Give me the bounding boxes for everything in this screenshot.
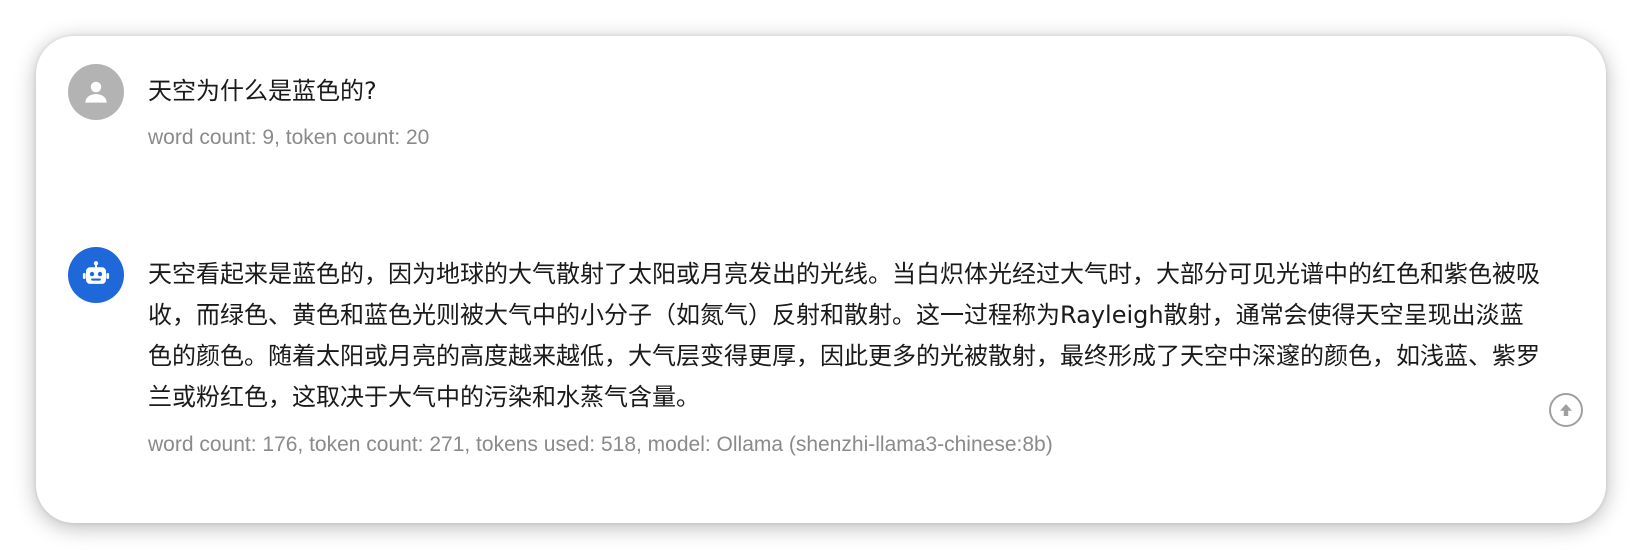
assistant-message-text: 天空看起来是蓝色的，因为地球的大气散射了太阳或月亮发出的光线。当白炽体光经过大气… xyxy=(148,260,1540,411)
user-avatar xyxy=(68,64,124,120)
arrow-up-circle-icon xyxy=(1560,404,1572,416)
scroll-to-top-button[interactable] xyxy=(1549,393,1583,427)
assistant-message-body: 天空看起来是蓝色的，因为地球的大气散射了太阳或月亮发出的光线。当白炽体光经过大气… xyxy=(148,247,1540,459)
user-message-body: 天空为什么是蓝色的? word count: 9, token count: 2… xyxy=(148,64,1540,152)
user-message-text: 天空为什么是蓝色的? xyxy=(148,77,377,105)
robot-icon xyxy=(82,261,110,284)
user-icon xyxy=(85,81,107,103)
chat-card: 天空为什么是蓝色的? word count: 9, token count: 2… xyxy=(36,36,1606,523)
assistant-avatar xyxy=(68,247,124,303)
assistant-message-meta: word count: 176, token count: 271, token… xyxy=(148,433,1053,456)
user-message-meta: word count: 9, token count: 20 xyxy=(148,126,430,149)
